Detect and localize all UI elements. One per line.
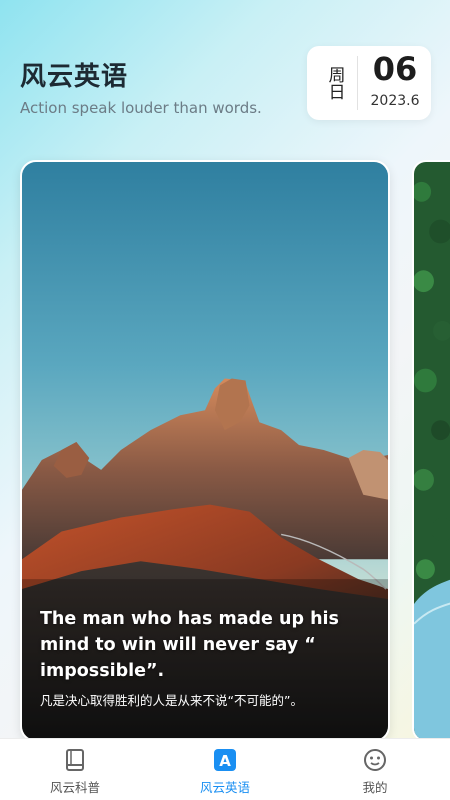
tab-label-mine: 我的 [362,780,388,795]
quote-chinese: 凡是决心取得胜利的人是从来不说“不可能的”。 [40,693,303,708]
app-subtitle: Action speak louder than words. [20,99,262,117]
date-divider [357,56,358,110]
tab-label-english: 风云英语 [199,780,250,795]
forest-lake-image [414,162,450,740]
book-icon [66,749,84,771]
bottom-tab-bar: 风云科普 A 风云英语 我的 [0,738,450,800]
app-title: 风云英语 [20,62,129,92]
next-card-peek[interactable] [412,160,450,742]
quote-card[interactable]: The man who has made up his mind to win … [20,160,390,742]
weekday-label: 周日 [324,66,345,100]
svg-text:A: A [219,752,231,770]
letter-a-icon: A [214,749,236,771]
quote-english: The man who has made up his mind to win … [40,609,339,681]
date-card: 周日 06 2023.6 [307,46,431,120]
day-number: 06 [372,50,418,88]
tab-english[interactable]: A 风云英语 [150,739,300,800]
tab-label-science: 风云科普 [49,780,100,795]
smiley-face-icon [364,749,386,771]
year-month: 2023.6 [370,93,420,109]
tab-science[interactable]: 风云科普 [0,739,150,800]
tab-mine[interactable]: 我的 [300,739,450,800]
